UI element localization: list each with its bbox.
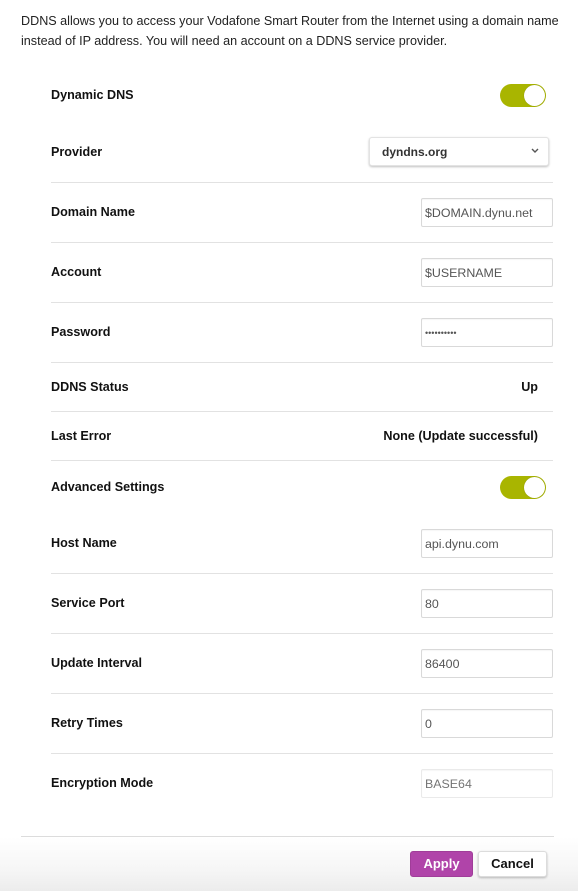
advanced-settings-toggle[interactable] xyxy=(500,476,546,499)
ddns-status-value: Up xyxy=(521,380,538,394)
last-error-value: None (Update successful) xyxy=(383,429,538,443)
dynamic-dns-toggle[interactable] xyxy=(500,84,546,107)
divider xyxy=(51,573,553,574)
dynamic-dns-label: Dynamic DNS xyxy=(51,88,134,102)
divider xyxy=(51,411,553,412)
provider-selected-value: dyndns.org xyxy=(382,145,448,159)
apply-button[interactable]: Apply xyxy=(410,851,473,877)
divider xyxy=(51,362,553,363)
retry-times-label: Retry Times xyxy=(51,716,123,730)
provider-select[interactable]: dyndns.org xyxy=(369,137,549,166)
toggle-knob xyxy=(524,477,545,498)
divider xyxy=(51,633,553,634)
advanced-settings-label: Advanced Settings xyxy=(51,480,165,494)
update-interval-label: Update Interval xyxy=(51,656,142,670)
password-input[interactable] xyxy=(421,318,553,347)
password-label: Password xyxy=(51,325,111,339)
retry-times-input[interactable] xyxy=(421,709,553,738)
domain-name-input[interactable] xyxy=(421,198,553,227)
footer-divider xyxy=(21,836,554,837)
update-interval-input[interactable] xyxy=(421,649,553,678)
divider xyxy=(51,242,553,243)
service-port-input[interactable] xyxy=(421,589,553,618)
divider xyxy=(51,693,553,694)
domain-name-label: Domain Name xyxy=(51,205,135,219)
encryption-mode-label: Encryption Mode xyxy=(51,776,154,790)
intro-description: DDNS allows you to access your Vodafone … xyxy=(21,14,559,48)
account-label: Account xyxy=(51,265,102,279)
last-error-label: Last Error xyxy=(51,429,112,443)
chevron-down-icon xyxy=(530,144,540,158)
host-name-input[interactable] xyxy=(421,529,553,558)
divider xyxy=(51,182,553,183)
account-input[interactable] xyxy=(421,258,553,287)
host-name-label: Host Name xyxy=(51,536,117,550)
toggle-knob xyxy=(524,85,545,106)
service-port-label: Service Port xyxy=(51,596,125,610)
divider xyxy=(51,460,553,461)
ddns-status-label: DDNS Status xyxy=(51,380,129,394)
divider xyxy=(51,753,553,754)
provider-label: Provider xyxy=(51,145,103,159)
cancel-button[interactable]: Cancel xyxy=(478,851,547,877)
encryption-mode-input xyxy=(421,769,553,798)
divider xyxy=(51,302,553,303)
